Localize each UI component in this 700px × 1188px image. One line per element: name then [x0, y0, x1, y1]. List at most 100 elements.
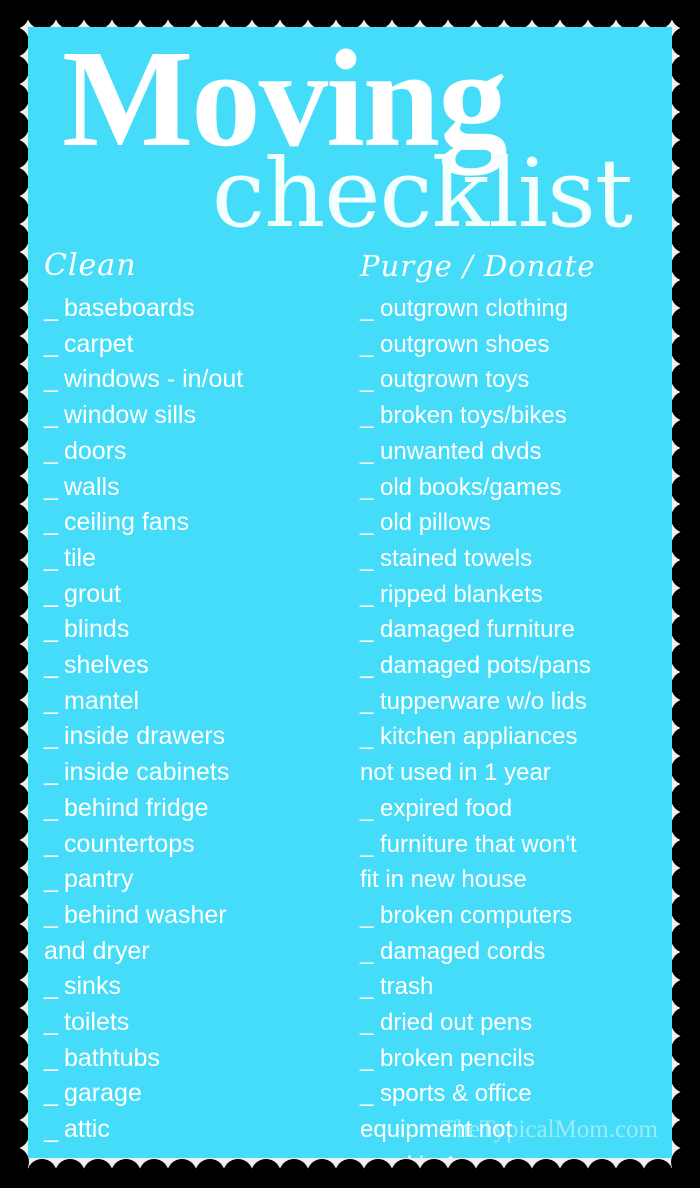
checkbox-blank-icon[interactable]: _	[360, 577, 380, 613]
checkbox-blank-icon[interactable]: _	[44, 291, 64, 327]
checklist-item-clean[interactable]: _ baseboards	[44, 291, 364, 327]
checklist-item-purge[interactable]: _ broken computers	[360, 898, 670, 934]
checkbox-blank-icon[interactable]: _	[44, 862, 64, 898]
checkbox-blank-icon[interactable]: _	[44, 398, 64, 434]
checkbox-blank-icon[interactable]: _	[44, 719, 64, 755]
checkbox-blank-icon[interactable]: _	[360, 470, 380, 506]
checklist-item-clean[interactable]: _ grout	[44, 577, 364, 613]
checkbox-blank-icon[interactable]: _	[360, 1005, 380, 1041]
checkbox-blank-icon[interactable]: _	[360, 969, 380, 1005]
checklist-item-clean[interactable]: _ behind washer	[44, 898, 364, 934]
checkbox-blank-icon[interactable]: _	[360, 1076, 380, 1112]
checkbox-blank-icon[interactable]: _	[44, 327, 64, 363]
checkbox-blank-icon[interactable]: _	[44, 470, 64, 506]
checklist-item-clean[interactable]: _ behind fridge	[44, 791, 364, 827]
checklist-item-purge[interactable]: _ unwanted dvds	[360, 434, 670, 470]
checklist-item-purge[interactable]: _ broken toys/bikes	[360, 398, 670, 434]
checklist-item-purge[interactable]: _ kitchen appliances	[360, 719, 670, 755]
checklist-item-clean[interactable]: _ windows - in/out	[44, 362, 364, 398]
checkbox-blank-icon[interactable]: _	[360, 684, 380, 720]
stamp-perforation	[671, 923, 700, 953]
checklist-item-purge[interactable]: _ outgrown shoes	[360, 327, 670, 363]
checklist-item-clean[interactable]: _ doors	[44, 434, 364, 470]
checkbox-blank-icon[interactable]: _	[360, 434, 380, 470]
checkbox-blank-icon[interactable]: _	[44, 577, 64, 613]
checkbox-blank-icon[interactable]: _	[44, 1112, 64, 1148]
checkbox-blank-icon[interactable]: _	[360, 1041, 380, 1077]
checkbox-blank-icon[interactable]: _	[360, 327, 380, 363]
stamp-perforation	[671, 867, 700, 897]
checklist-item-clean[interactable]: _ toilets	[44, 1005, 364, 1041]
checkbox-blank-icon[interactable]: _	[44, 362, 64, 398]
checklist-item-clean[interactable]: _ attic	[44, 1112, 364, 1148]
stamp-perforation	[671, 1119, 700, 1149]
checklist-item-purge[interactable]: _ outgrown clothing	[360, 291, 670, 327]
checklist-item-purge[interactable]: _ trash	[360, 969, 670, 1005]
checkbox-blank-icon[interactable]: _	[44, 755, 64, 791]
checklist-item-clean[interactable]: _ inside drawers	[44, 719, 364, 755]
checklist-item-purge[interactable]: _ damaged furniture	[360, 612, 670, 648]
checklist-item-purge[interactable]: _ outgrown toys	[360, 362, 670, 398]
checklist-item-clean[interactable]: _ blinds	[44, 612, 364, 648]
checklist-item-clean[interactable]: _ pantry	[44, 862, 364, 898]
checkbox-blank-icon[interactable]: _	[44, 505, 64, 541]
checklist-item-clean[interactable]: _ ceiling fans	[44, 505, 364, 541]
checkbox-blank-icon[interactable]: _	[360, 934, 380, 970]
checklist-item-purge[interactable]: _used in 1 year	[360, 1148, 670, 1158]
checklist-item-purge[interactable]: _ furniture that won't	[360, 827, 670, 863]
checkbox-blank-icon[interactable]: _	[360, 398, 380, 434]
checklist-item-clean[interactable]: _and dryer	[44, 934, 364, 970]
checklist-item-purge[interactable]: _fit in new house	[360, 862, 670, 898]
checkbox-blank-icon[interactable]: _	[360, 541, 380, 577]
checkbox-blank-icon[interactable]: _	[44, 612, 64, 648]
checkbox-blank-icon[interactable]: _	[44, 791, 64, 827]
checkbox-blank-icon[interactable]: _	[360, 827, 380, 863]
checklist-item-purge[interactable]: _ stained towels	[360, 541, 670, 577]
checkbox-blank-icon[interactable]: _	[360, 291, 380, 327]
checklist-item-label: fit in new house	[360, 866, 527, 894]
checklist-item-purge[interactable]: _ dried out pens	[360, 1005, 670, 1041]
checkbox-blank-icon[interactable]: _	[360, 898, 380, 934]
checklist-item-clean[interactable]: _ mantel	[44, 684, 364, 720]
checkbox-blank-icon[interactable]: _	[360, 505, 380, 541]
checklist-item-purge[interactable]: _ tupperware w/o lids	[360, 684, 670, 720]
checklist-item-clean[interactable]: _ window sills	[44, 398, 364, 434]
checklist-item-purge[interactable]: _ broken pencils	[360, 1041, 670, 1077]
checklist-item-purge[interactable]: _ ripped blankets	[360, 577, 670, 613]
checklist-item-clean[interactable]: _ inside cabinets	[44, 755, 364, 791]
checklist-item-purge[interactable]: _ damaged cords	[360, 934, 670, 970]
checklist-item-clean[interactable]: _ sinks	[44, 969, 364, 1005]
checklist-item-label: sports & office	[380, 1080, 532, 1108]
checklist-item-clean[interactable]: _ shelves	[44, 648, 364, 684]
checkbox-blank-icon[interactable]: _	[44, 434, 64, 470]
checklist-item-purge[interactable]: _ expired food	[360, 791, 670, 827]
checkbox-blank-icon[interactable]: _	[44, 541, 64, 577]
checkbox-blank-icon[interactable]: _	[360, 648, 380, 684]
checkbox-blank-icon[interactable]: _	[44, 684, 64, 720]
stamp-perforation	[307, 1159, 337, 1188]
checklist-item-purge[interactable]: _not used in 1 year	[360, 755, 670, 791]
checklist-item-purge[interactable]: _ damaged pots/pans	[360, 648, 670, 684]
checkbox-blank-icon[interactable]: _	[360, 362, 380, 398]
checklist-item-clean[interactable]: _ walls	[44, 470, 364, 506]
checkbox-blank-icon[interactable]: _	[44, 827, 64, 863]
checklist-item-clean[interactable]: _ tile	[44, 541, 364, 577]
checklist-item-purge[interactable]: _ sports & office	[360, 1076, 670, 1112]
checkbox-blank-icon[interactable]: _	[44, 648, 64, 684]
stamp-perforation	[0, 531, 29, 561]
checkbox-blank-icon[interactable]: _	[44, 1076, 64, 1112]
checklist-item-clean[interactable]: _ bathtubs	[44, 1041, 364, 1077]
checkbox-blank-icon[interactable]: _	[360, 791, 380, 827]
checklist-item-clean[interactable]: _ carpet	[44, 327, 364, 363]
checklist-item-purge[interactable]: _ old books/games	[360, 470, 670, 506]
checklist-item-clean[interactable]: _ countertops	[44, 827, 364, 863]
checkbox-blank-icon[interactable]: _	[44, 969, 64, 1005]
checkbox-blank-icon[interactable]: _	[360, 719, 380, 755]
checkbox-blank-icon[interactable]: _	[44, 898, 64, 934]
checklist-item-purge[interactable]: _ old pillows	[360, 505, 670, 541]
checklist-item-clean[interactable]: _ garage	[44, 1076, 364, 1112]
checkbox-blank-icon[interactable]: _	[44, 1041, 64, 1077]
checklist-item-label: broken toys/bikes	[380, 402, 567, 430]
checkbox-blank-icon[interactable]: _	[360, 612, 380, 648]
checkbox-blank-icon[interactable]: _	[44, 1005, 64, 1041]
